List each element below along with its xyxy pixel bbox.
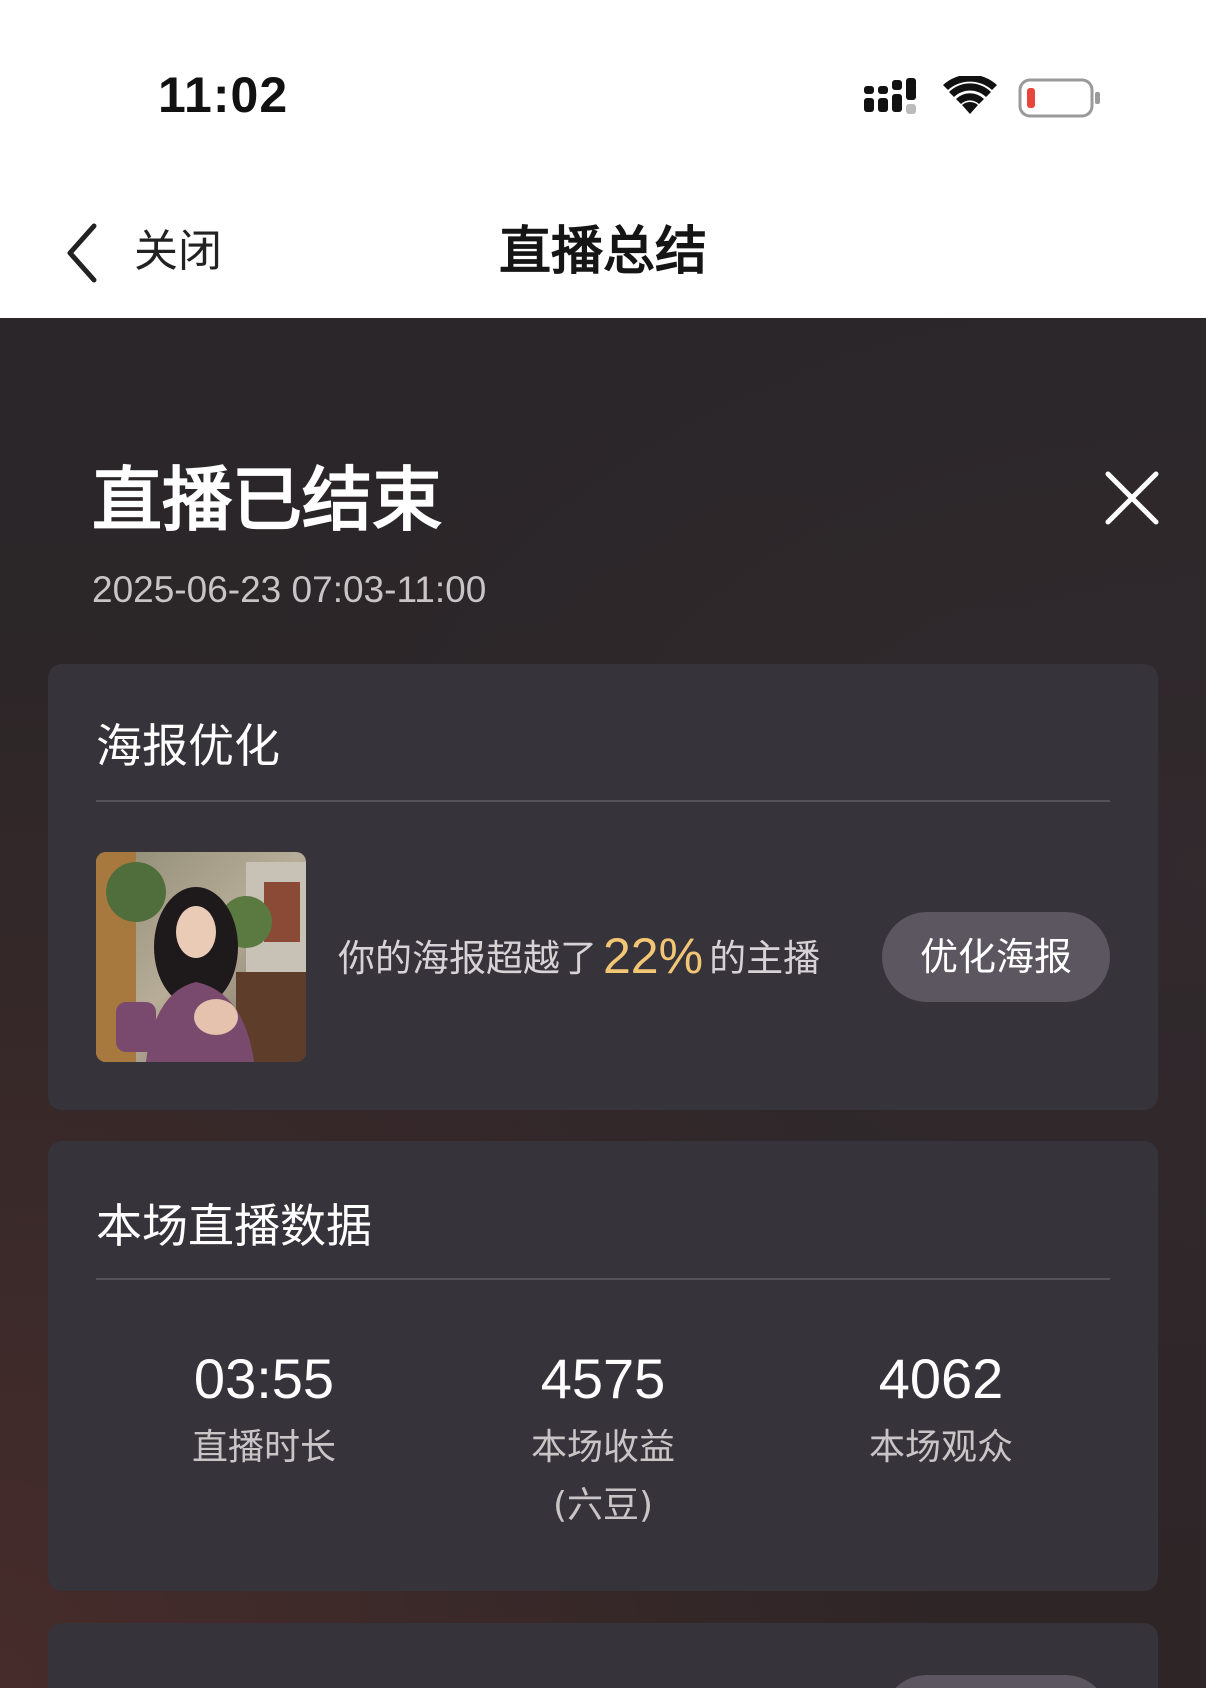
- battery-low-icon: [1018, 78, 1100, 118]
- next-card-partial: [48, 1623, 1158, 1688]
- poster-rank-prefix: 你的海报超越了: [338, 937, 597, 980]
- poster-rank-percent: 22%: [603, 928, 704, 984]
- poster-rank-text: 你的海报超越了 22% 的主播: [338, 926, 820, 989]
- poster-card-heading: 海报优化: [96, 719, 280, 773]
- poster-rank-suffix: 的主播: [709, 937, 821, 980]
- signal-icon: [864, 78, 916, 114]
- poster-optimize-card: 海报优化 你的海报超越了 22% 的主播 优化海报: [48, 664, 1158, 1110]
- stats-card-heading: 本场直播数据: [96, 1199, 372, 1253]
- divider: [96, 800, 1110, 802]
- stat-audience: 4062 本场观众: [771, 1341, 1111, 1477]
- optimize-poster-button[interactable]: 优化海报: [882, 912, 1110, 1002]
- live-time-range: 2025-06-23 07:03-11:00: [92, 569, 487, 610]
- live-ended-title: 直播已结束: [92, 459, 442, 541]
- close-icon[interactable]: [1100, 466, 1164, 530]
- stat-label: 直播时长: [191, 1427, 336, 1468]
- stat-value: 4575: [540, 1347, 666, 1410]
- stat-value: 4062: [878, 1347, 1004, 1410]
- stat-value: 03:55: [193, 1347, 335, 1410]
- stat-label: 本场收益 (六豆): [530, 1427, 675, 1526]
- stat-label: 本场观众: [868, 1427, 1013, 1468]
- live-summary-screen: 11:02 关闭 直播总结 直播已结束 2025-06-23 07:03-11:…: [0, 0, 1206, 1688]
- wifi-icon: [943, 76, 997, 114]
- live-stats-card: 本场直播数据 03:55 直播时长 4575 本场收益 (六豆) 4062 本场…: [48, 1141, 1158, 1591]
- poster-thumbnail[interactable]: [96, 852, 306, 1062]
- stat-earnings: 4575 本场收益 (六豆): [433, 1341, 773, 1535]
- status-time: 11:02: [158, 67, 289, 123]
- next-card-button[interactable]: [882, 1675, 1110, 1688]
- divider: [96, 1278, 1110, 1280]
- page-title: 直播总结: [498, 222, 707, 282]
- status-bar: 11:02: [0, 0, 1206, 190]
- stat-duration: 03:55 直播时长: [94, 1341, 434, 1477]
